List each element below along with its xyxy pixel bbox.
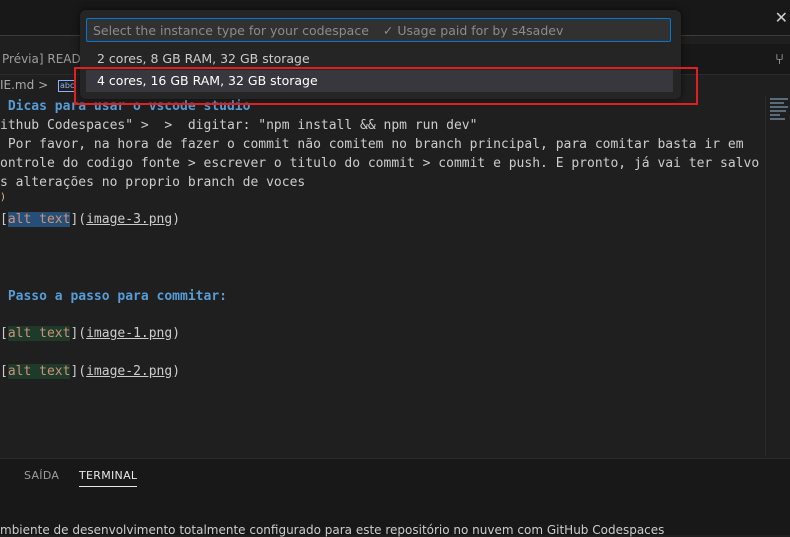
code-line: s alterações no proprio branch de voces — [0, 175, 306, 190]
code-line: ithub Codespaces" > > digitar: "npm inst… — [0, 118, 478, 133]
terminal-output: mbiente de desenvolvimento totalmente co… — [0, 523, 665, 537]
close-icon[interactable]: ✕ — [775, 8, 788, 27]
breadcrumb-file[interactable]: IE.md — [0, 78, 34, 92]
markdown-icon: abc — [57, 79, 77, 92]
image-link[interactable]: image-2.png — [86, 364, 172, 379]
usage-note: ✓ Usage paid for by s4sadev — [382, 23, 564, 38]
editor[interactable]: Dicas para usar o vscode studio ithub Co… — [0, 96, 765, 456]
alt-text: alt text — [7, 326, 71, 341]
image-link-line: [alt text](image-2.png) — [0, 364, 181, 379]
heading-dicas: Dicas para usar o vscode studio — [0, 99, 251, 114]
minimap[interactable] — [770, 96, 790, 136]
option-4-cores[interactable]: 4 cores, 16 GB RAM, 32 GB storage — [86, 70, 673, 92]
instance-type-picker: Select the instance type for your codesp… — [80, 10, 681, 99]
code-line: ontrole do codigo fonte > escrever o tit… — [0, 156, 760, 171]
alt-text: alt text — [7, 212, 71, 227]
alt-text: alt text — [7, 364, 71, 379]
bottom-panel: SAÍDA TERMINAL mbiente de desenvolviment… — [0, 458, 790, 537]
option-2-cores[interactable]: 2 cores, 8 GB RAM, 32 GB storage — [86, 48, 673, 70]
input-placeholder: Select the instance type for your codesp… — [93, 23, 369, 38]
option-label: 2 cores, 8 GB RAM, 32 GB storage — [97, 51, 310, 66]
image-link-line: [alt text](image-1.png) — [0, 326, 181, 341]
instance-type-input[interactable]: Select the instance type for your codesp… — [86, 18, 671, 42]
heading-passo: Passo a passo para commitar: — [0, 289, 227, 304]
tab-output[interactable]: SAÍDA — [24, 469, 59, 482]
editor-scrollbar[interactable] — [765, 96, 766, 456]
branch-icon[interactable]: ⑂ — [775, 50, 784, 68]
option-label: 4 cores, 16 GB RAM, 32 GB storage — [97, 73, 318, 88]
breadcrumb-separator: > — [38, 78, 49, 92]
image-link-line: [alt text](image-3.png) — [0, 212, 181, 227]
code-line: Por favor, na hora de fazer o commit não… — [0, 137, 744, 152]
tab-terminal[interactable]: TERMINAL — [79, 469, 138, 487]
tab-label: Prévia] READM — [2, 52, 92, 66]
tab-readme-preview[interactable]: Prévia] READM — [0, 44, 92, 74]
image-link[interactable]: image-1.png — [86, 326, 172, 341]
code-line: ) — [0, 192, 7, 203]
image-link[interactable]: image-3.png — [86, 212, 172, 227]
